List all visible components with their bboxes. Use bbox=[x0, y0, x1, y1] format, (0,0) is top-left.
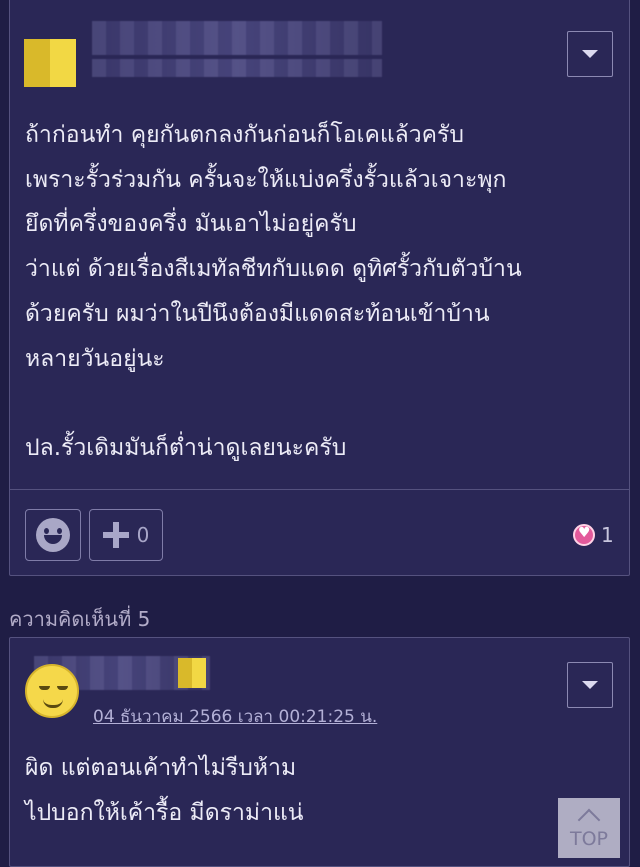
badge-redacted bbox=[178, 658, 206, 688]
avatar[interactable] bbox=[24, 39, 76, 87]
smile-emoji-icon bbox=[36, 518, 70, 552]
chevron-down-icon bbox=[582, 681, 598, 689]
comment-card: ถ้าก่อนทำ คุยกันตกลงกันก่อนก็โอเคแล้วครั… bbox=[9, 0, 630, 576]
chevron-down-icon bbox=[582, 50, 598, 58]
avatar[interactable] bbox=[25, 664, 79, 718]
comment-number-label: ความคิดเห็นที่ 5 bbox=[9, 607, 151, 631]
comment-timestamp[interactable]: 04 ธันวาคม 2566 เวลา 00:21:25 น. bbox=[93, 703, 377, 730]
heart-icon bbox=[573, 524, 595, 546]
plus-icon bbox=[102, 522, 129, 548]
comment-menu-button[interactable] bbox=[567, 662, 613, 708]
emotion-button[interactable] bbox=[25, 509, 81, 561]
like-indicator[interactable]: 1 bbox=[573, 523, 614, 547]
scroll-to-top-button[interactable]: TOP bbox=[558, 798, 620, 858]
comment-body: ผิด แต่ตอนเค้าทำไม่รีบห้าม ไปบอกให้เค้าร… bbox=[25, 755, 304, 826]
username-redacted bbox=[92, 21, 382, 55]
comment-card: 04 ธันวาคม 2566 เวลา 00:21:25 น. ผิด แต่… bbox=[9, 637, 630, 867]
plus-vote-button[interactable]: 0 bbox=[89, 509, 163, 561]
plus-count: 0 bbox=[136, 523, 150, 547]
like-count: 1 bbox=[601, 523, 614, 547]
comment-menu-button[interactable] bbox=[567, 31, 613, 77]
comment-body: ถ้าก่อนทำ คุยกันตกลงกันก่อนก็โอเคแล้วครั… bbox=[25, 122, 522, 461]
meta-redacted bbox=[92, 59, 382, 77]
divider bbox=[10, 489, 629, 490]
